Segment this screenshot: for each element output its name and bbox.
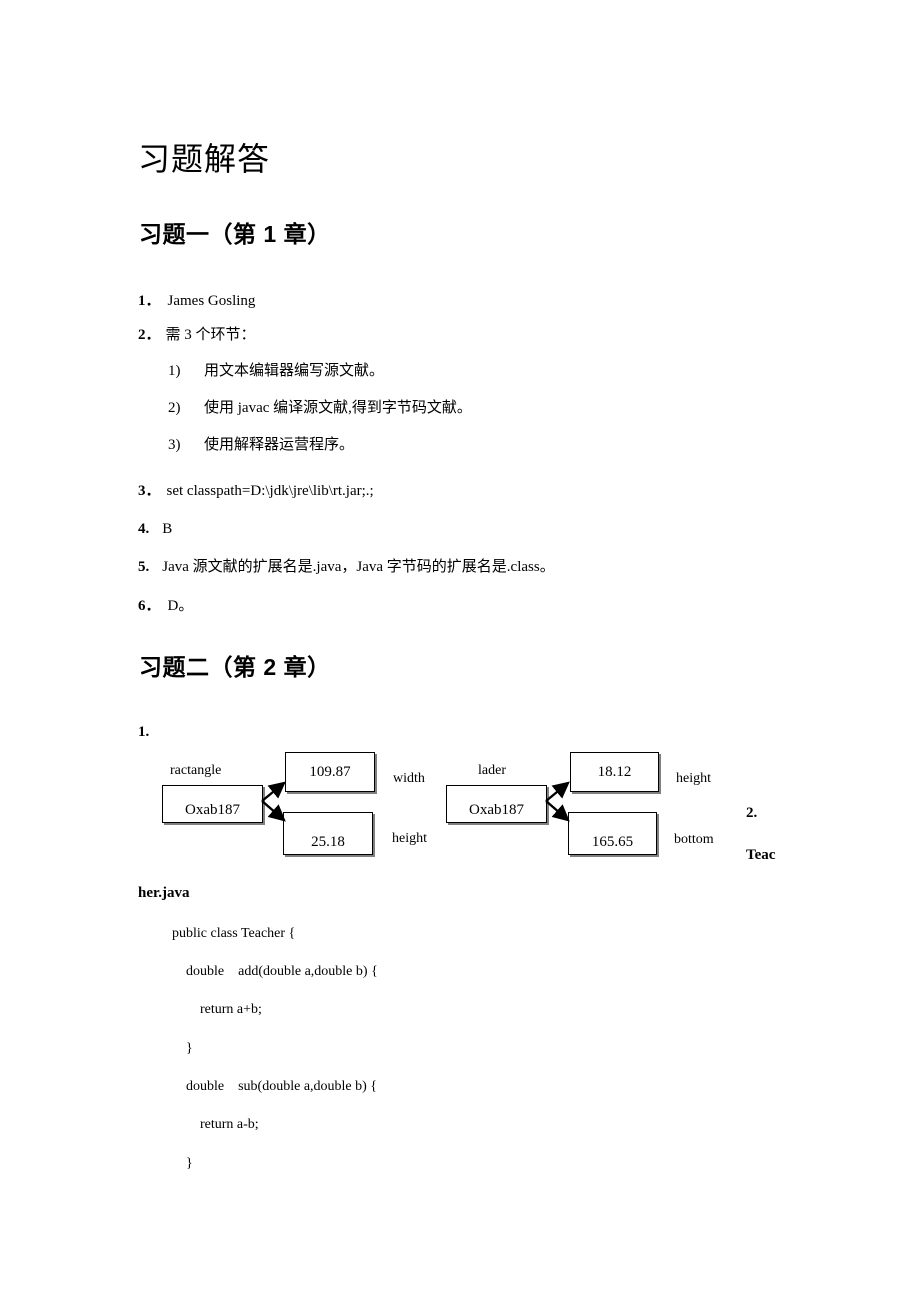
code-line-2: double add(double a,double b) { <box>172 964 378 979</box>
section-heading-2: 习题二（第 2 章） <box>139 654 331 680</box>
diagram-1-field-2-value: 25.18 <box>311 834 345 850</box>
answer-item-5-number: 5. <box>138 559 150 575</box>
answer-item-2-text: 需 3 个环节： <box>165 327 256 343</box>
diagram-2-reference-box: Oxab187 <box>446 785 547 823</box>
code-line-6: return a-b; <box>172 1117 259 1132</box>
code-line-7: } <box>172 1156 193 1171</box>
document-page: 习题解答 习题一（第 1 章） 1． James Gosling 2．需 3 个环… <box>0 0 920 1302</box>
diagram-2-field-2-label: bottom <box>674 832 714 847</box>
section2-item-2-number: 2. <box>746 805 758 821</box>
answer-item-1-text: James Gosling <box>167 293 256 309</box>
answer-item-6: 6． D。 <box>138 596 193 616</box>
diagram-1-reference-value: Oxab187 <box>185 802 240 818</box>
answer-subitem-1: 1) 用文本编辑器编写源文献。 <box>168 361 384 381</box>
section-heading-1: 习题一（第 1 章） <box>139 221 331 247</box>
code-line-3: return a+b; <box>172 1002 262 1017</box>
answer-item-1: 1． James Gosling <box>138 291 255 311</box>
answer-subitem-2-text: 使用 javac 编译源文献,得到字节码文献。 <box>204 400 472 416</box>
answer-item-1-number: 1． <box>138 293 161 309</box>
answer-subitem-3-text: 使用解释器运营程序。 <box>204 437 355 453</box>
code-line-5: double sub(double a,double b) { <box>172 1079 378 1094</box>
answer-item-5: 5. Java 源文献的扩展名是.java，Java 字节码的扩展名是.class… <box>138 557 555 577</box>
diagram-1-reference-box: Oxab187 <box>162 785 263 823</box>
answer-item-6-number: 6． <box>138 598 161 614</box>
answer-item-5-text: Java 源文献的扩展名是.java，Java 字节码的扩展名是.class。 <box>162 559 555 575</box>
diagram-1-field-2-label: height <box>392 831 427 846</box>
answer-item-6-text: D。 <box>167 598 194 614</box>
answer-item-3-number: 3． <box>138 483 161 499</box>
answer-item-4-text: B <box>162 521 173 537</box>
diagram-2-name-label: lader <box>478 763 506 778</box>
code-line-1: public class Teacher { <box>172 926 296 941</box>
diagram-arrows <box>261 781 570 822</box>
section2-item-1-number: 1. <box>138 724 150 740</box>
answer-item-2: 2．需 3 个环节： <box>138 325 256 345</box>
diagram-2-field-1-box: 18.12 <box>570 752 659 792</box>
diagram-1-field-1-label: width <box>393 771 425 786</box>
answer-item-3-text: set classpath=D:\jdk\jre\lib\rt.jar;.; <box>166 483 374 499</box>
answer-subitem-1-text: 用文本编辑器编写源文献。 <box>204 363 385 379</box>
diagram-2-field-2-value: 165.65 <box>591 834 634 850</box>
answer-item-3: 3． set classpath=D:\jdk\jre\lib\rt.jar;.; <box>138 481 374 501</box>
filename-tail-fragment: her.java <box>138 885 190 901</box>
filename-head-fragment: Teac <box>746 847 776 863</box>
diagram-2-field-2-box: 165.65 <box>568 812 657 855</box>
page-title: 习题解答 <box>138 141 271 177</box>
diagram-2-reference-value: Oxab187 <box>469 802 524 818</box>
diagram-1-field-1-box: 109.87 <box>285 752 375 792</box>
code-line-4: } <box>172 1041 193 1056</box>
answer-subitem-3: 3) 使用解释器运营程序。 <box>168 435 354 455</box>
answer-item-4-number: 4. <box>138 521 150 537</box>
answer-subitem-2-number: 2) <box>168 400 181 416</box>
answer-subitem-3-number: 3) <box>168 437 181 453</box>
diagram-1-field-2-box: 25.18 <box>283 812 373 855</box>
diagram-2-field-1-label: height <box>676 771 711 786</box>
answer-item-2-number: 2． <box>138 327 161 343</box>
diagram-1-field-1-value: 109.87 <box>309 763 351 780</box>
diagram-1-name-label: ractangle <box>170 763 222 778</box>
answer-subitem-2: 2) 使用 javac 编译源文献,得到字节码文献。 <box>168 398 472 418</box>
diagram-2-field-1-value: 18.12 <box>597 763 632 780</box>
answer-item-4: 4. B <box>138 519 172 539</box>
answer-subitem-1-number: 1) <box>168 363 181 379</box>
